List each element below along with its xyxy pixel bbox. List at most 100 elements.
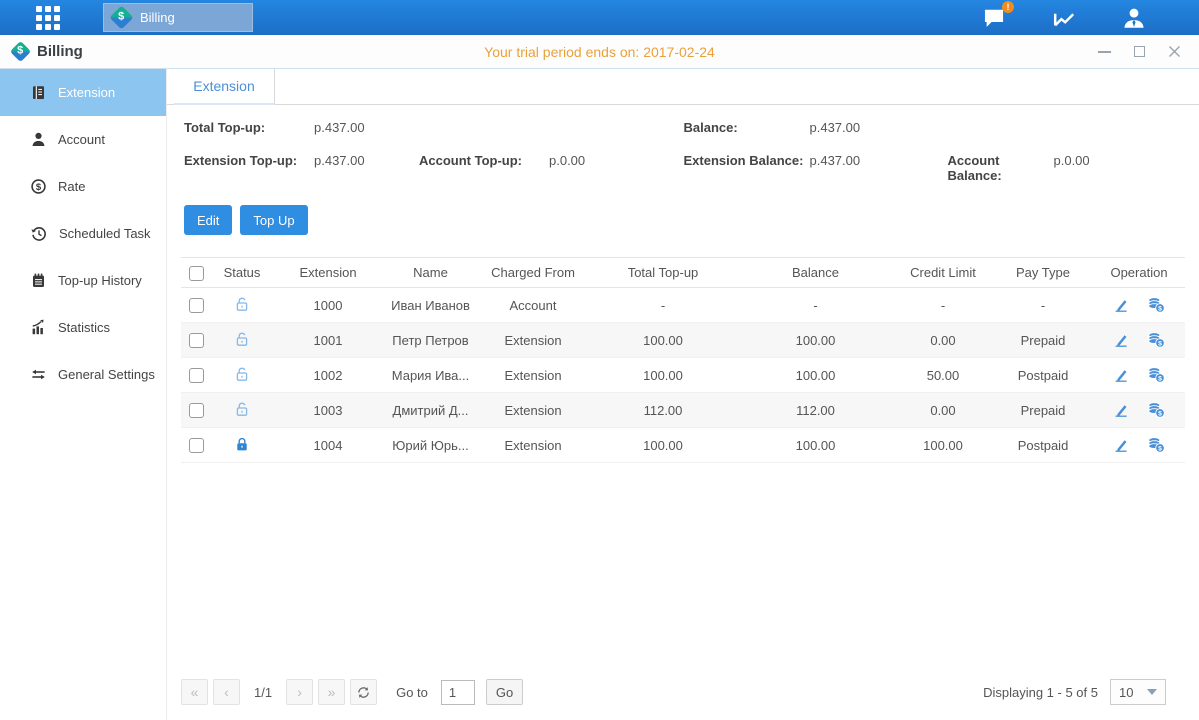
sidebar-item-label: Scheduled Task <box>59 226 151 241</box>
cell-charged-from: Extension <box>478 393 588 428</box>
sidebar-item-account[interactable]: Account <box>0 116 166 163</box>
top-up-button[interactable]: Top Up <box>240 205 307 235</box>
cell-total-topup: 100.00 <box>588 428 738 463</box>
page-indicator: 1/1 <box>254 685 272 700</box>
app-launcher-icon[interactable] <box>36 6 60 30</box>
window-title: $ Billing <box>13 43 83 60</box>
task-tab-billing[interactable]: $ Billing <box>103 3 253 32</box>
tab-extension[interactable]: Extension <box>174 69 275 105</box>
maximize-button[interactable] <box>1132 45 1146 59</box>
cell-credit-limit: 0.00 <box>893 393 993 428</box>
extension-balance-value: p.437.00 <box>810 153 948 168</box>
goto-label: Go to <box>396 685 428 700</box>
cell-balance: 100.00 <box>738 358 893 393</box>
table-row: 1004 Юрий Юрь... Extension 100.00 100.00… <box>181 428 1185 463</box>
page-size-select[interactable]: 10 <box>1110 679 1166 705</box>
edit-row-icon[interactable] <box>1113 367 1129 383</box>
edit-row-icon[interactable] <box>1113 437 1129 453</box>
clock-history-icon <box>30 225 48 243</box>
prev-page-button[interactable]: ‹ <box>213 679 240 705</box>
last-page-button[interactable]: » <box>318 679 345 705</box>
next-page-button[interactable]: › <box>286 679 313 705</box>
cell-name: Иван Иванов <box>383 288 478 323</box>
row-checkbox[interactable] <box>189 438 204 453</box>
first-page-button[interactable]: « <box>181 679 208 705</box>
sidebar-item-extension[interactable]: Extension <box>0 69 166 116</box>
unlocked-icon <box>234 366 250 382</box>
page-size-value: 10 <box>1119 685 1133 700</box>
unlocked-icon <box>234 296 250 312</box>
top-up-row-icon[interactable] <box>1147 402 1165 418</box>
select-all-checkbox[interactable] <box>189 266 204 281</box>
sliders-icon <box>30 366 47 383</box>
sidebar-item-general-settings[interactable]: General Settings <box>0 351 166 398</box>
sidebar-item-scheduled-task[interactable]: Scheduled Task <box>0 210 166 257</box>
content-panel: Extension Total Top-up: p.437.00 Extensi… <box>167 69 1199 720</box>
statistics-chart-icon[interactable] <box>1051 7 1077 29</box>
top-up-row-icon[interactable] <box>1147 332 1165 348</box>
messages-icon[interactable]: ! <box>981 7 1007 29</box>
cell-balance: 112.00 <box>738 393 893 428</box>
sidebar-item-label: Account <box>58 132 105 147</box>
row-checkbox[interactable] <box>189 333 204 348</box>
sidebar-item-label: General Settings <box>58 367 155 382</box>
account-balance-value: p.0.00 <box>1054 153 1090 168</box>
cell-pay-type: Postpaid <box>993 428 1093 463</box>
cell-credit-limit: 100.00 <box>893 428 993 463</box>
table-row: 1002 Мария Ива... Extension 100.00 100.0… <box>181 358 1185 393</box>
tab-strip: Extension <box>167 69 1199 105</box>
cell-credit-limit: 50.00 <box>893 358 993 393</box>
bar-chart-icon <box>30 319 47 336</box>
sidebar-item-statistics[interactable]: Statistics <box>0 304 166 351</box>
sidebar-item-label: Rate <box>58 179 85 194</box>
extension-table: Status Extension Name Charged From Total… <box>181 257 1185 670</box>
billing-window-icon: $ <box>10 41 31 62</box>
col-operation: Operation <box>1093 258 1185 288</box>
sidebar-item-label: Statistics <box>58 320 110 335</box>
cell-name: Юрий Юрь... <box>383 428 478 463</box>
sidebar-item-label: Extension <box>58 85 115 100</box>
top-up-row-icon[interactable] <box>1147 367 1165 383</box>
cell-extension: 1000 <box>273 288 383 323</box>
sidebar-item-topup-history[interactable]: Top-up History <box>0 257 166 304</box>
top-up-row-icon[interactable] <box>1147 297 1165 313</box>
ledger-icon <box>30 84 47 101</box>
goto-page-input[interactable] <box>441 680 475 705</box>
row-checkbox[interactable] <box>189 298 204 313</box>
extension-topup-value: p.437.00 <box>314 153 419 168</box>
cell-pay-type: - <box>993 288 1093 323</box>
sidebar-item-rate[interactable]: Rate <box>0 163 166 210</box>
refresh-button[interactable] <box>350 679 377 705</box>
trial-notice: Your trial period ends on: 2017-02-24 <box>0 44 1199 60</box>
cell-total-topup: - <box>588 288 738 323</box>
top-up-row-icon[interactable] <box>1147 437 1165 453</box>
edit-button[interactable]: Edit <box>184 205 232 235</box>
edit-row-icon[interactable] <box>1113 297 1129 313</box>
col-total-topup: Total Top-up <box>588 258 738 288</box>
top-navbar: $ Billing ! <box>0 0 1199 35</box>
cell-pay-type: Postpaid <box>993 358 1093 393</box>
user-account-icon[interactable] <box>1121 7 1147 29</box>
edit-row-icon[interactable] <box>1113 332 1129 348</box>
summary-panel: Total Top-up: p.437.00 Extension Top-up:… <box>167 105 1199 201</box>
close-button[interactable] <box>1167 45 1181 59</box>
go-button[interactable]: Go <box>486 679 523 705</box>
col-status: Status <box>211 258 273 288</box>
cell-charged-from: Extension <box>478 358 588 393</box>
account-topup-value: p.0.00 <box>549 153 585 168</box>
cell-extension: 1001 <box>273 323 383 358</box>
row-checkbox[interactable] <box>189 368 204 383</box>
balance-value: p.437.00 <box>810 120 861 135</box>
cell-name: Дмитрий Д... <box>383 393 478 428</box>
table-header-row: Status Extension Name Charged From Total… <box>181 258 1185 288</box>
cell-balance: 100.00 <box>738 428 893 463</box>
person-icon <box>30 131 47 148</box>
minimize-button[interactable] <box>1097 45 1111 59</box>
chevron-down-icon <box>1147 689 1157 695</box>
cell-extension: 1003 <box>273 393 383 428</box>
edit-row-icon[interactable] <box>1113 402 1129 418</box>
row-checkbox[interactable] <box>189 403 204 418</box>
account-topup-label: Account Top-up: <box>419 153 549 168</box>
displaying-range: Displaying 1 - 5 of 5 <box>983 685 1098 700</box>
cell-name: Петр Петров <box>383 323 478 358</box>
